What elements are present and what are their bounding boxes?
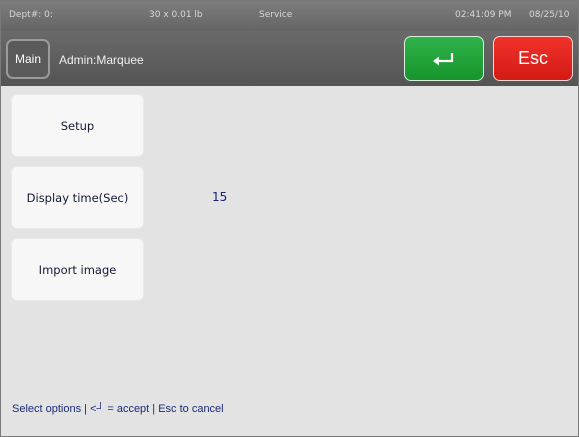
- status-bar: Dept#: 0: 30 x 0.01 lb Service 02:41:09 …: [1, 1, 578, 31]
- header-bar: Main Admin:Marquee Esc: [1, 31, 578, 86]
- weight-status: 30 x 0.01 lb: [149, 10, 203, 20]
- main-button[interactable]: Main: [6, 39, 50, 79]
- import-image-button[interactable]: Import image: [11, 238, 144, 301]
- display-time-button[interactable]: Display time(Sec): [11, 166, 144, 229]
- setup-button[interactable]: Setup: [11, 94, 144, 157]
- dept-status: Dept#: 0:: [9, 10, 53, 20]
- enter-arrow-icon: [433, 52, 454, 65]
- app-window: Dept#: 0: 30 x 0.01 lb Service 02:41:09 …: [0, 0, 579, 437]
- esc-button[interactable]: Esc: [493, 36, 573, 81]
- clock-time: 02:41:09 PM: [455, 10, 512, 20]
- accept-button[interactable]: [404, 36, 484, 81]
- footer-hint: Select options | <┘ = accept | Esc to ca…: [12, 403, 224, 415]
- mode-status: Service: [259, 10, 293, 20]
- page-title: Admin:Marquee: [59, 53, 144, 67]
- display-time-value: 15: [212, 190, 228, 204]
- clock-date: 08/25/10: [529, 10, 570, 20]
